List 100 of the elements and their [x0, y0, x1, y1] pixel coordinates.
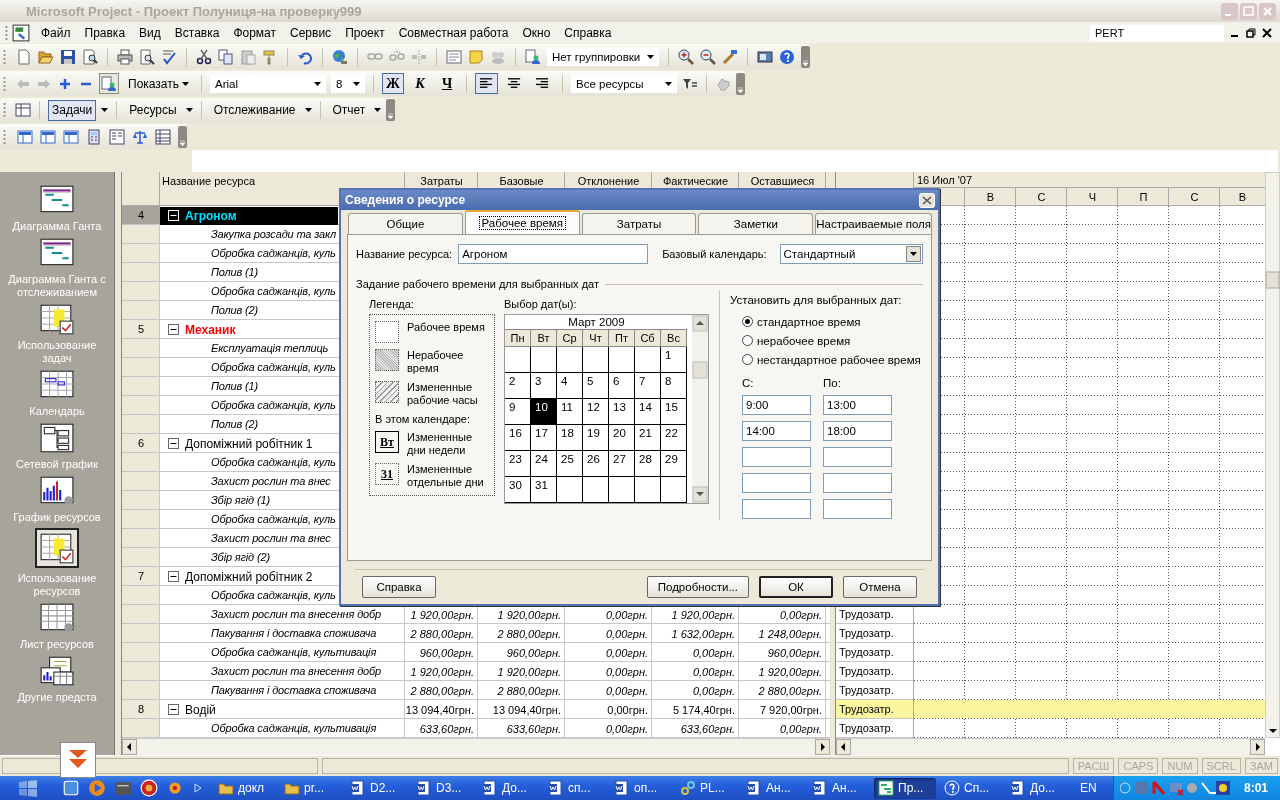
new-document-icon[interactable]: [16, 48, 32, 65]
calendar-day[interactable]: 13: [609, 399, 635, 425]
taskbar-button[interactable]: докл: [214, 777, 276, 799]
time-field[interactable]: [742, 499, 811, 519]
scroll-arrow-button[interactable]: [836, 739, 851, 755]
menu-item[interactable]: Справка: [557, 23, 619, 42]
grip-handle[interactable]: [3, 48, 6, 65]
wand-icon[interactable]: [722, 48, 738, 65]
cut-icon[interactable]: [196, 48, 212, 65]
dialog-button[interactable]: Отмена: [843, 576, 917, 598]
collapse-icon[interactable]: [168, 704, 179, 715]
spelling-check-icon[interactable]: [161, 48, 177, 65]
radio-button[interactable]: [742, 354, 753, 365]
globe-icon[interactable]: [332, 48, 348, 65]
double-arrow-button[interactable]: [60, 742, 96, 778]
toolbar-options-icon[interactable]: [801, 45, 810, 68]
quick-launch-icon[interactable]: [140, 779, 158, 797]
calendar-day[interactable]: 14: [635, 399, 661, 425]
guide-button[interactable]: Ресурсы: [125, 99, 181, 121]
scrollbar[interactable]: [1265, 172, 1280, 738]
open-folder-icon[interactable]: [38, 48, 54, 65]
grip-handle[interactable]: [3, 75, 6, 92]
layout-icon[interactable]: [17, 128, 33, 145]
column-header[interactable]: Базовые: [499, 175, 544, 187]
dialog-tab[interactable]: Общие: [348, 213, 463, 234]
calendar-day[interactable]: 17: [531, 425, 557, 451]
taskbar-button[interactable]: PL...: [676, 777, 738, 799]
dialog-tab[interactable]: Заметки: [698, 213, 814, 234]
format-button[interactable]: Ж: [382, 73, 404, 94]
taskbar-button[interactable]: До...: [478, 777, 540, 799]
collapse-icon[interactable]: [168, 324, 179, 335]
column-header[interactable]: Название ресурса: [162, 175, 256, 187]
details-icon[interactable]: [15, 102, 31, 118]
project-icon[interactable]: [12, 23, 30, 42]
quick-launch-icon[interactable]: [166, 779, 184, 797]
taskbar-button[interactable]: Ан...: [808, 777, 870, 799]
calendar-day[interactable]: 4: [557, 373, 583, 399]
save-icon[interactable]: [60, 48, 76, 65]
caret-icon[interactable]: [304, 108, 312, 112]
scrollbar[interactable]: [836, 738, 1265, 756]
calendar-day[interactable]: 29: [661, 451, 687, 477]
picture-icon[interactable]: [757, 48, 773, 65]
toolbar-options-icon[interactable]: [736, 72, 745, 95]
time-field[interactable]: 14:00: [742, 421, 811, 441]
entry-field[interactable]: [192, 150, 1278, 172]
assign-resources-icon[interactable]: [525, 48, 541, 65]
column-header[interactable]: Отклонение: [577, 175, 640, 187]
menu-item[interactable]: Вставка: [167, 23, 227, 42]
close-icon[interactable]: [1262, 27, 1272, 38]
help-search-field[interactable]: PERT: [1090, 24, 1224, 41]
calendar-day[interactable]: 6: [609, 373, 635, 399]
copy-icon[interactable]: [218, 48, 234, 65]
grip-handle[interactable]: [5, 24, 8, 41]
scroll-arrow-button[interactable]: [815, 739, 830, 755]
time-field[interactable]: [742, 447, 811, 467]
calendar-day[interactable]: 28: [635, 451, 661, 477]
zoom-out-icon[interactable]: [700, 48, 716, 65]
menu-item[interactable]: Сервис: [283, 23, 339, 42]
document-search-icon[interactable]: [82, 48, 98, 65]
time-field[interactable]: 13:00: [823, 395, 892, 415]
language-indicator[interactable]: EN: [1080, 781, 1097, 795]
radio-button[interactable]: [742, 335, 753, 346]
taskbar-button[interactable]: оп...: [610, 777, 672, 799]
notes-icon[interactable]: [446, 48, 462, 65]
calendar-day[interactable]: 25: [557, 451, 583, 477]
quick-launch-icon[interactable]: [62, 779, 80, 797]
grouping-dropdown[interactable]: Нет группировки: [547, 47, 659, 66]
time-field[interactable]: 18:00: [823, 421, 892, 441]
calendar-day[interactable]: 12: [583, 399, 609, 425]
taskbar-button[interactable]: D3...: [412, 777, 474, 799]
align-left-button[interactable]: [475, 73, 498, 94]
calendar-day[interactable]: 15: [661, 399, 687, 425]
dialog-tab[interactable]: Рабочее время: [464, 210, 580, 234]
scales-icon[interactable]: [132, 128, 148, 145]
calendar-day[interactable]: 21: [635, 425, 661, 451]
taskbar-button[interactable]: D2...: [346, 777, 408, 799]
form-icon[interactable]: [109, 128, 125, 145]
column-header[interactable]: Затраты: [420, 175, 463, 187]
menu-item[interactable]: Окно: [515, 23, 558, 42]
zoom-in-icon[interactable]: [678, 48, 694, 65]
calendar-day[interactable]: 1: [661, 347, 687, 373]
format-button[interactable]: К: [409, 73, 431, 94]
dialog-button[interactable]: Справка: [362, 576, 436, 598]
toolbar-options-icon[interactable]: [178, 125, 187, 148]
scrollbar[interactable]: [122, 738, 830, 756]
help-icon[interactable]: [779, 48, 795, 65]
expand-arrow-icon[interactable]: [194, 783, 202, 793]
guide-button[interactable]: Отчет: [328, 99, 370, 121]
resource-name-field[interactable]: Агроном: [458, 244, 649, 264]
caret-icon[interactable]: [374, 108, 382, 112]
guide-button[interactable]: Отслеживание: [209, 99, 300, 121]
dialog-button[interactable]: Подробности...: [646, 576, 749, 598]
calendar-day[interactable]: 8: [661, 373, 687, 399]
quick-launch-icon[interactable]: [88, 779, 106, 797]
calendar-day[interactable]: 10: [531, 399, 557, 425]
calendar-day[interactable]: 24: [531, 451, 557, 477]
radio-label[interactable]: стандартное время: [757, 315, 861, 328]
column-header[interactable]: Фактические: [663, 175, 728, 187]
time-field[interactable]: 9:00: [742, 395, 811, 415]
menu-item[interactable]: Проект: [338, 23, 392, 42]
